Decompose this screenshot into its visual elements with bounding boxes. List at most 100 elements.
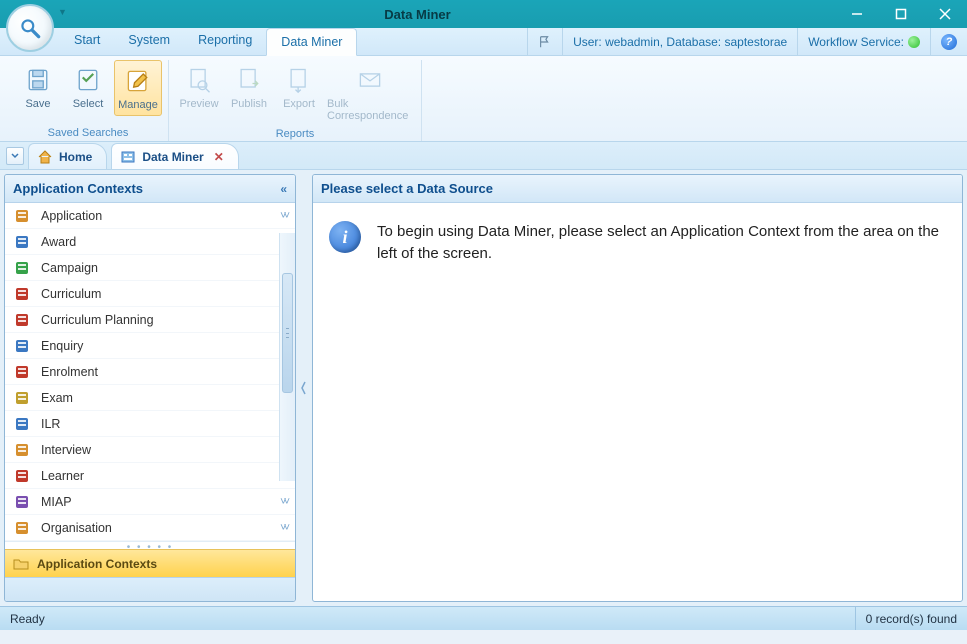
menu-item-reporting[interactable]: Reporting (184, 27, 266, 55)
doc-tab-home[interactable]: Home (28, 143, 107, 169)
minimize-button[interactable] (835, 0, 879, 28)
contexts-bottom-bar[interactable]: Application Contexts (5, 549, 295, 577)
ribbon-group-reports: PreviewPublishExportBulk CorrespondenceR… (169, 60, 422, 141)
tab-expander-button[interactable] (6, 147, 24, 165)
collapse-icon[interactable]: « (280, 182, 287, 196)
chevron-down-icon: ˅˅ (280, 496, 287, 508)
flag-icon[interactable] (527, 28, 562, 55)
publish-icon (233, 64, 265, 96)
context-item-label: Curriculum Planning (41, 313, 154, 327)
ribbon-bulk-correspondence-button: Bulk Correspondence (325, 60, 415, 126)
menu-item-data-miner[interactable]: Data Miner (266, 28, 357, 56)
menu-strip: StartSystemReportingData Miner User: web… (0, 28, 967, 56)
content-text: To begin using Data Miner, please select… (377, 221, 946, 265)
save-icon (22, 64, 54, 96)
title-bar: ▼ Data Miner (0, 0, 967, 28)
preview-icon (183, 64, 215, 96)
menu-item-start[interactable]: Start (60, 27, 114, 55)
content-body: i To begin using Data Miner, please sele… (313, 203, 962, 283)
context-item-label: Exam (41, 391, 73, 405)
context-item-learner[interactable]: Learner˅˅ (5, 463, 295, 489)
ribbon-publish-button: Publish (225, 60, 273, 114)
context-item-campaign[interactable]: Campaign˅˅ (5, 255, 295, 281)
content-panel: Please select a Data Source i To begin u… (312, 174, 963, 602)
doc-icon (13, 337, 31, 355)
application-contexts-panel: Application Contexts « Application˅˅Awar… (4, 174, 296, 602)
context-item-enquiry[interactable]: Enquiry˅˅ (5, 333, 295, 359)
context-item-exam[interactable]: Exam˅˅ (5, 385, 295, 411)
chart-icon (13, 311, 31, 329)
ribbon-manage-button[interactable]: Manage (114, 60, 162, 116)
learner-icon (13, 467, 31, 485)
help-icon: ? (941, 34, 957, 50)
resize-grip-icon[interactable]: • • • • • (5, 541, 295, 549)
context-item-curriculum-planning[interactable]: Curriculum Planning˅˅ (5, 307, 295, 333)
context-item-label: Curriculum (41, 287, 101, 301)
app-logo[interactable] (6, 4, 54, 52)
export-icon (283, 64, 315, 96)
persondoc-icon (13, 363, 31, 381)
tiles-icon (13, 493, 31, 511)
context-item-label: Enrolment (41, 365, 98, 379)
status-bar: Ready 0 record(s) found (0, 606, 967, 630)
doc-tab-data-miner[interactable]: Data Miner✕ (111, 143, 238, 169)
context-item-organisation[interactable]: Organisation ˅˅ (5, 515, 295, 541)
folder-icon (13, 556, 29, 572)
workflow-service: Workflow Service: (797, 28, 930, 55)
content-heading: Please select a Data Source (313, 175, 962, 203)
window-controls (835, 0, 967, 28)
select-icon (72, 64, 104, 96)
context-item-ilr[interactable]: ILR˅˅ (5, 411, 295, 437)
scrollbar[interactable] (279, 233, 295, 481)
ribbon-group-label: Reports (276, 126, 315, 142)
close-button[interactable] (923, 0, 967, 28)
mail-icon (354, 64, 386, 96)
person-icon (13, 233, 31, 251)
context-item-enrolment[interactable]: Enrolment˅˅ (5, 359, 295, 385)
splitter-handle[interactable] (300, 174, 308, 602)
context-item-miap[interactable]: MIAP ˅˅ (5, 489, 295, 515)
contexts-panel-header: Application Contexts « (5, 175, 295, 203)
form-icon (13, 207, 31, 225)
context-item-label: Interview (41, 443, 91, 457)
status-left: Ready (10, 612, 45, 626)
main-area: Application Contexts « Application˅˅Awar… (0, 170, 967, 606)
chevron-down-icon: ˅˅ (280, 210, 287, 222)
qat-dropdown-icon[interactable]: ▼ (58, 7, 67, 17)
book-icon (13, 285, 31, 303)
maximize-button[interactable] (879, 0, 923, 28)
context-item-label: Campaign (41, 261, 98, 275)
context-item-award[interactable]: Award˅˅ (5, 229, 295, 255)
ribbon-select-button[interactable]: Select (64, 60, 112, 114)
miner-icon (120, 149, 136, 165)
chevron-down-icon: ˅˅ (280, 522, 287, 534)
megaphone-icon (13, 259, 31, 277)
status-right: 0 record(s) found (855, 607, 957, 630)
context-item-application[interactable]: Application˅˅ (5, 203, 295, 229)
window-title: Data Miner (0, 7, 835, 22)
contexts-bottom-label: Application Contexts (37, 557, 157, 571)
ribbon-save-button[interactable]: Save (14, 60, 62, 114)
ribbon-group-label: Saved Searches (48, 125, 129, 141)
context-list[interactable]: Application˅˅Award˅˅Campaign˅˅Curriculum… (5, 203, 295, 541)
manage-icon (122, 65, 154, 97)
ribbon-group-saved-searches: SaveSelectManage Saved Searches (8, 60, 169, 141)
tab-close-icon[interactable]: ✕ (214, 150, 224, 164)
scrollbar-thumb[interactable] (282, 273, 293, 393)
stack-icon (13, 415, 31, 433)
context-item-label: Award (41, 235, 76, 249)
help-button[interactable]: ? (930, 28, 967, 55)
menu-item-system[interactable]: System (114, 27, 184, 55)
status-dot-icon (908, 36, 920, 48)
context-item-label: Learner (41, 469, 84, 483)
home-icon (37, 149, 53, 165)
contexts-panel-title: Application Contexts (13, 181, 143, 196)
context-item-label: Organisation (41, 521, 112, 535)
info-icon: i (329, 221, 361, 253)
context-item-curriculum[interactable]: Curriculum˅˅ (5, 281, 295, 307)
user-db-label: User: webadmin, Database: saptestorae (562, 28, 797, 55)
context-item-interview[interactable]: Interview˅˅ (5, 437, 295, 463)
context-item-label: MIAP (41, 495, 72, 509)
workflow-label: Workflow Service: (808, 35, 904, 49)
ribbon-export-button: Export (275, 60, 323, 114)
